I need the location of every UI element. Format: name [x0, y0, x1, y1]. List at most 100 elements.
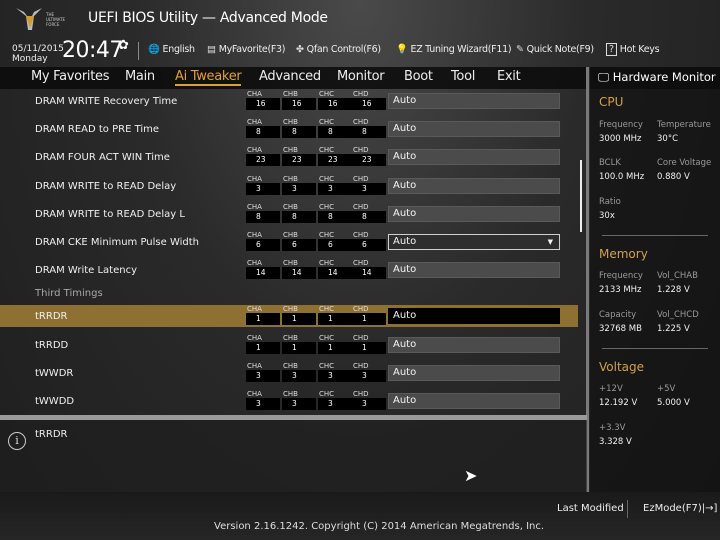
toolbar-bulb[interactable]: 💡 EZ Tuning Wizard(F11)	[396, 44, 512, 55]
channel-label: CHD	[353, 231, 369, 239]
channel-value: 8	[318, 210, 352, 223]
channel-value: 6	[282, 239, 316, 251]
channel-cha: CHA 1	[246, 305, 280, 325]
toolbar-favorite[interactable]: ▤ MyFavorite(F3)	[207, 44, 286, 55]
channel-cha: CHA 16	[246, 90, 280, 110]
setting-input[interactable]: Auto	[388, 121, 560, 138]
channel-chc: CHC 6	[318, 231, 352, 251]
ratio-value: 30x	[599, 211, 615, 221]
channel-chc: CHC 3	[318, 390, 352, 411]
tuf-logo: THEULTIMATEFORCE	[16, 8, 66, 30]
gear-icon[interactable]: ✿	[118, 38, 129, 53]
channel-value: 23	[246, 154, 280, 167]
channel-label: CHA	[247, 174, 262, 183]
setting-input[interactable]: Auto	[388, 365, 560, 382]
setting-label: DRAM WRITE to READ Delay	[35, 180, 177, 192]
toolbar-help[interactable]: ? Hot Keys	[606, 43, 660, 56]
setting-row[interactable]: DRAM WRITE to READ Delay L CHA 8 CHB 8 CHC 8 CH…	[0, 203, 578, 231]
channel-chd: CHD 8	[352, 203, 386, 223]
channel-label: CHA	[247, 334, 262, 342]
setting-dropdown[interactable]: Auto ▼	[388, 234, 560, 250]
setting-row[interactable]: DRAM FOUR ACT WIN Time CHA 23 CHB 23 CHC 23 CHD…	[0, 146, 578, 174]
setting-row[interactable]: tRRDR CHA 1 CHB 1 CHC 1 CHD 1 Auto	[0, 305, 578, 327]
channel-label: CHB	[283, 259, 298, 268]
channel-value: 16	[318, 98, 352, 110]
toolbar-fan[interactable]: ✤ Qfan Control(F6)	[296, 44, 381, 55]
channel-value: 23	[282, 154, 316, 167]
tab-exit[interactable]: Exit	[497, 69, 521, 84]
note-icon: ✎	[516, 44, 524, 55]
tab-ai-tweaker[interactable]: Ai Tweaker	[175, 69, 242, 86]
channel-label: CHD	[353, 334, 369, 342]
setting-value: Auto	[393, 339, 417, 350]
channel-chc: CHC 3	[318, 362, 352, 383]
voltage-title: Voltage	[599, 360, 645, 374]
setting-row[interactable]: tRRDD CHA 1 CHB 1 CHC 1 CHD 1 Auto	[0, 334, 578, 362]
toolbar-globe[interactable]: 🌐 English	[148, 44, 195, 55]
setting-row[interactable]: tWWDR CHA 3 CHB 3 CHC 3 CHD 3 Auto	[0, 362, 578, 390]
capacity-label: Capacity	[599, 310, 637, 320]
channel-label: CHC	[319, 231, 335, 239]
channel-label: CHC	[319, 305, 335, 313]
tab-main[interactable]: Main	[125, 69, 155, 84]
channel-label: CHA	[247, 202, 262, 211]
setting-input[interactable]: Auto	[388, 205, 560, 222]
capacity-value: 32768 MB	[599, 324, 642, 334]
channel-label: CHB	[283, 146, 298, 155]
setting-input[interactable]: Auto	[388, 93, 560, 109]
tab-tool[interactable]: Tool	[451, 69, 475, 84]
setting-input[interactable]: Auto	[388, 262, 560, 279]
tab-my-favorites[interactable]: My Favorites	[31, 69, 109, 84]
channel-label: CHB	[283, 362, 298, 371]
v5-label: +5V	[657, 384, 676, 394]
channel-value: 3	[318, 370, 352, 383]
footer	[0, 492, 720, 540]
tab-advanced[interactable]: Advanced	[259, 69, 321, 84]
divider	[627, 500, 628, 518]
ezmode-button[interactable]: EzMode(F7)|→]	[643, 503, 717, 514]
channel-chd: CHD 8	[352, 118, 386, 139]
channel-cha: CHA 6	[246, 231, 280, 251]
channel-cha: CHA 3	[246, 390, 280, 411]
clock: 20:47	[62, 38, 123, 63]
v12-label: +12V	[599, 384, 623, 394]
setting-label: DRAM CKE Minimum Pulse Width	[35, 237, 200, 248]
setting-value: Auto	[393, 264, 417, 276]
core-voltage-value: 0.880 V	[657, 172, 690, 182]
tab-monitor[interactable]: Monitor	[337, 69, 385, 84]
setting-input[interactable]: Auto	[388, 149, 560, 166]
setting-row[interactable]: DRAM CKE Minimum Pulse Width CHA 6 CHB 6 CHC 6…	[0, 231, 578, 259]
channel-chc: CHC 14	[318, 259, 352, 280]
setting-row[interactable]: DRAM WRITE Recovery Time CHA 16 CHB 16 CHC 16 C…	[0, 90, 578, 118]
tab-boot[interactable]: Boot	[404, 69, 433, 84]
channel-chb: CHB 14	[282, 259, 316, 280]
channel-label: CHB	[283, 334, 298, 342]
channel-value: 1	[246, 342, 280, 354]
setting-label: tWWDR	[35, 368, 74, 380]
channel-chd: CHD 16	[352, 90, 386, 110]
setting-input[interactable]: Auto	[388, 308, 560, 324]
channel-chb: CHB 6	[282, 231, 316, 251]
setting-row[interactable]: DRAM WRITE to READ Delay CHA 3 CHB 3 CHC 3 CHD 3…	[0, 175, 578, 203]
setting-input[interactable]: Auto	[388, 177, 560, 194]
channel-label: CHD	[353, 305, 369, 313]
last-modified-button[interactable]: Last Modified	[557, 503, 624, 514]
channel-chc: CHC 3	[318, 175, 352, 195]
channel-label: CHB	[283, 90, 298, 98]
setting-input[interactable]: Auto	[388, 337, 560, 353]
chevron-down-icon: ▼	[547, 238, 553, 246]
v33-label: +3.3V	[599, 423, 626, 433]
info-panel	[0, 420, 587, 492]
setting-value: Auto	[393, 207, 417, 219]
setting-row[interactable]: DRAM Write Latency CHA 14 CHB 14 CHC 14 CHD 14 Au…	[0, 259, 578, 287]
setting-input[interactable]: Auto	[388, 393, 560, 410]
channel-value: 8	[246, 210, 280, 223]
toolbar-label: EZ Tuning Wizard(F11)	[410, 44, 512, 55]
channel-label: CHB	[283, 174, 298, 183]
toolbar-note[interactable]: ✎ Quick Note(F9)	[516, 44, 594, 55]
divider	[138, 42, 139, 60]
setting-row[interactable]: DRAM READ to PRE Time CHA 8 CHB 8 CHC 8 CHD 8 Aut…	[0, 118, 578, 146]
help-icon: ?	[606, 43, 617, 56]
favorite-icon: ▤	[207, 44, 216, 55]
scrollbar[interactable]	[580, 160, 582, 232]
